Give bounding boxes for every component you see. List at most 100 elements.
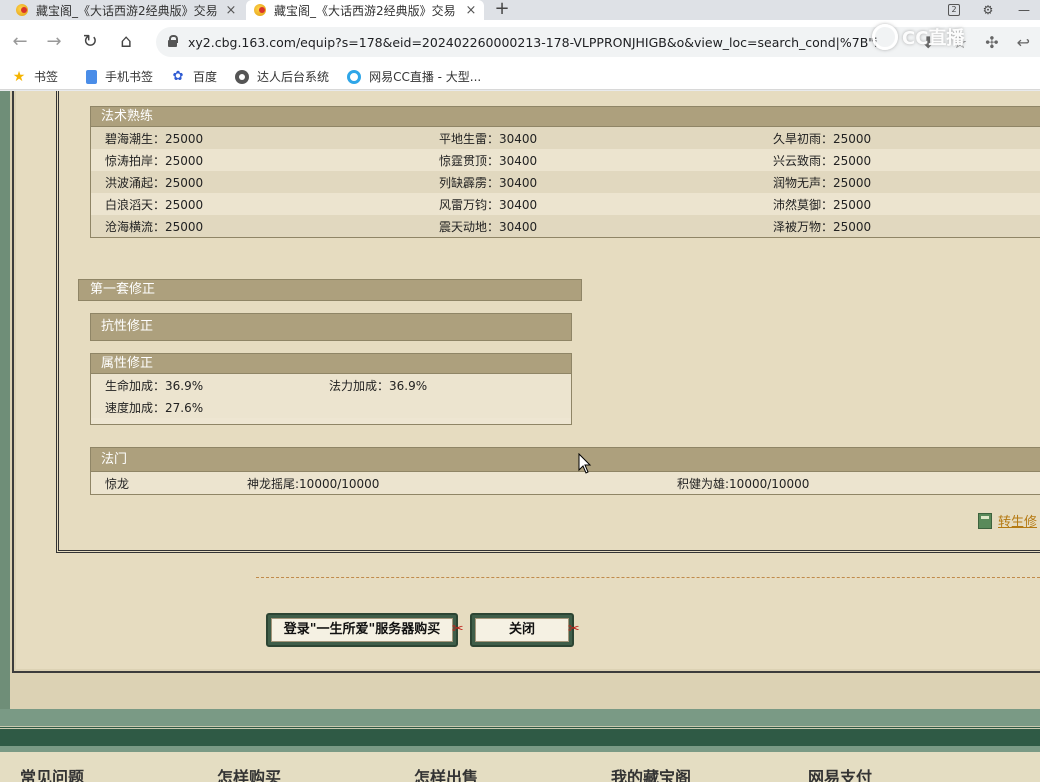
skill-cell: 列缺霹雳：30400 — [439, 175, 538, 190]
table-row: 惊龙 神龙摇尾:10000/10000 积健为雄:10000/10000 — [91, 472, 1040, 494]
footer-link-faq[interactable]: 常见问题 — [20, 752, 217, 782]
footer-link-how-buy[interactable]: 怎样购买 — [217, 752, 414, 782]
cbg-favicon-icon — [14, 3, 30, 17]
correction-set-title: 第一套修正 — [78, 279, 582, 301]
login-buy-button[interactable]: 登录"一生所爱"服务器购买 — [266, 613, 458, 647]
forward-icon[interactable]: → — [44, 32, 64, 52]
skill-cell: 震天动地：30400 — [439, 219, 538, 234]
extensions-icon[interactable]: ⚙ — [980, 3, 996, 17]
calculator-icon — [978, 512, 992, 529]
tab-title: 藏宝阁_《大话西游2经典版》交易 — [274, 3, 456, 18]
section-title: 属性修正 — [91, 354, 571, 374]
skill-cell: 洪波涌起：25000 — [105, 175, 204, 190]
tab-close-icon[interactable]: × — [464, 3, 478, 18]
skill-cell: 久旱初雨：25000 — [773, 131, 872, 146]
lock-icon — [166, 35, 180, 49]
bookmark-label: 书签 — [34, 70, 59, 84]
skill-cell: 润物无声：25000 — [773, 175, 872, 190]
skill-cell: 平地生雷：30400 — [439, 131, 538, 146]
skill-cell: 兴云致雨：25000 — [773, 153, 872, 168]
minimize-icon[interactable]: — — [1016, 3, 1032, 17]
mouse-cursor-icon — [578, 453, 592, 474]
new-tab-icon[interactable]: + — [492, 0, 512, 20]
attr-cell: 速度加成：27.6% — [105, 400, 204, 415]
page-viewport: 法术熟练 碧海潮生：25000 平地生雷：30400 久旱初雨：25000 惊涛… — [0, 91, 1040, 782]
button-label: 登录"一生所爱"服务器购买 — [271, 618, 453, 642]
skill-cell: 风雷万钧：30400 — [439, 197, 538, 212]
section-title: 法术熟练 — [91, 107, 1040, 127]
section-title: 抗性修正 — [91, 314, 571, 340]
bookmark-item[interactable]: ✿ 百度 — [171, 68, 217, 85]
bookmark-label: 百度 — [193, 70, 218, 84]
home-icon[interactable]: ⌂ — [116, 32, 136, 52]
table-row: 沧海横流：25000 震天动地：30400 泽被万物：25000 — [91, 215, 1040, 237]
bookmark-item[interactable]: 手机书签 — [86, 68, 153, 85]
url-text: xy2.cbg.163.com/equip?s=178&eid=20240226… — [188, 34, 878, 50]
table-row: 惊涛拍岸：25000 惊霆贯顶：30400 兴云致雨：25000 — [91, 149, 1040, 171]
footer-link-pay[interactable]: 网易支付 — [808, 752, 1005, 782]
bookmark-item[interactable]: 达人后台系统 — [235, 68, 329, 85]
attr-section: 属性修正 生命加成：36.9% 法力加成：36.9% 速度加成：27.6% — [90, 353, 572, 425]
footer-nav: 常见问题 怎样购买 怎样出售 我的藏宝阁 网易支付 — [0, 752, 1040, 782]
skills-section: 法术熟练 碧海潮生：25000 平地生雷：30400 久旱初雨：25000 惊涛… — [90, 106, 1040, 238]
attr-cell: 法力加成：36.9% — [329, 378, 428, 393]
table-row: 生命加成：36.9% 法力加成：36.9% — [91, 374, 571, 396]
paw-icon: ✿ — [172, 68, 184, 84]
star-icon: ★ — [12, 68, 26, 85]
table-row: 洪波涌起：25000 列缺霹雳：30400 润物无声：25000 — [91, 171, 1040, 193]
phone-icon — [86, 69, 98, 84]
browser-toolbar: ← → ↻ ⌂ xy2.cbg.163.com/equip?s=178&eid=… — [0, 20, 1040, 64]
cc-logo-icon — [872, 24, 898, 50]
table-row: 碧海潮生：25000 平地生雷：30400 久旱初雨：25000 — [91, 127, 1040, 149]
back-icon[interactable]: ← — [10, 32, 30, 52]
skill-cell: 沛然莫御：25000 — [773, 197, 872, 212]
bookmark-item[interactable]: 网易CC直播 - 大型... — [347, 68, 481, 85]
window-controls: 2 ⚙ — — [948, 0, 1032, 20]
skill-cell: 泽被万物：25000 — [773, 219, 872, 234]
footer-link-how-sell[interactable]: 怎样出售 — [414, 752, 611, 782]
tab-bar: 藏宝阁_《大话西游2经典版》交易 × 藏宝阁_《大话西游2经典版》交易 × + … — [0, 0, 1040, 20]
share-icon[interactable]: ↩ — [1017, 33, 1030, 52]
attr-cell: 生命加成：36.9% — [105, 378, 204, 393]
skill-cell: 惊霆贯顶：30400 — [439, 153, 538, 168]
skill-cell: 沧海横流：25000 — [105, 219, 204, 234]
skill-cell: 白浪滔天：25000 — [105, 197, 204, 212]
button-label: 关闭 — [475, 618, 569, 642]
scissors-icon: ✂ — [452, 621, 464, 637]
table-row: 速度加成：27.6% — [91, 396, 571, 418]
browser-tab-2[interactable]: 藏宝阁_《大话西游2经典版》交易 × — [246, 0, 484, 20]
dashed-divider — [256, 577, 1040, 578]
section-title: 法门 — [91, 448, 1040, 472]
scissors-icon: ✂ — [568, 621, 580, 637]
footer-bar: 常见问题 怎样购买 怎样出售 我的藏宝阁 网易支付 — [0, 716, 1040, 782]
zhuan-link-group[interactable]: 转生修 — [978, 511, 1037, 530]
zhuan-link[interactable]: 转生修 — [998, 511, 1037, 530]
famen-cell: 惊龙 — [105, 476, 130, 491]
resist-section: 抗性修正 — [90, 313, 572, 341]
skill-cell: 碧海潮生：25000 — [105, 131, 204, 146]
tab-title: 藏宝阁_《大话西游2经典版》交易 — [36, 3, 218, 18]
table-row: 白浪滔天：25000 风雷万钧：30400 沛然莫御：25000 — [91, 193, 1040, 215]
bookmark-label: 网易CC直播 - 大型... — [369, 70, 482, 84]
attr-rows: 生命加成：36.9% 法力加成：36.9% 速度加成：27.6% — [91, 374, 571, 418]
bookmarks-bar: ★ 书签 手机书签 ✿ 百度 达人后台系统 网易CC直播 - 大型... — [0, 64, 1040, 90]
edge-icon — [235, 69, 250, 84]
famen-section: 法门 惊龙 神龙摇尾:10000/10000 积健为雄:10000/10000 — [90, 447, 1040, 495]
reload-icon[interactable]: ↻ — [80, 32, 100, 52]
cc-icon — [347, 69, 362, 84]
browser-tab-1[interactable]: 藏宝阁_《大话西游2经典版》交易 × — [8, 0, 244, 20]
skills-rows: 碧海潮生：25000 平地生雷：30400 久旱初雨：25000 惊涛拍岸：25… — [91, 127, 1040, 237]
bookmark-label: 手机书签 — [105, 70, 154, 84]
famen-cell: 积健为雄:10000/10000 — [677, 476, 810, 491]
skill-cell: 惊涛拍岸：25000 — [105, 153, 204, 168]
cbg-favicon-icon — [252, 3, 268, 17]
famen-cell: 神龙摇尾:10000/10000 — [247, 476, 380, 491]
tab-count-icon[interactable]: 2 — [948, 4, 960, 16]
tab-close-icon[interactable]: × — [224, 3, 238, 18]
bookmark-item[interactable]: ★ 书签 — [12, 68, 58, 85]
close-button[interactable]: 关闭 — [470, 613, 574, 647]
bookmark-label: 达人后台系统 — [257, 70, 330, 84]
footer-band — [0, 726, 1040, 746]
footer-link-my-cbg[interactable]: 我的藏宝阁 — [611, 752, 808, 782]
watermark-text: CC直播 — [902, 28, 965, 49]
